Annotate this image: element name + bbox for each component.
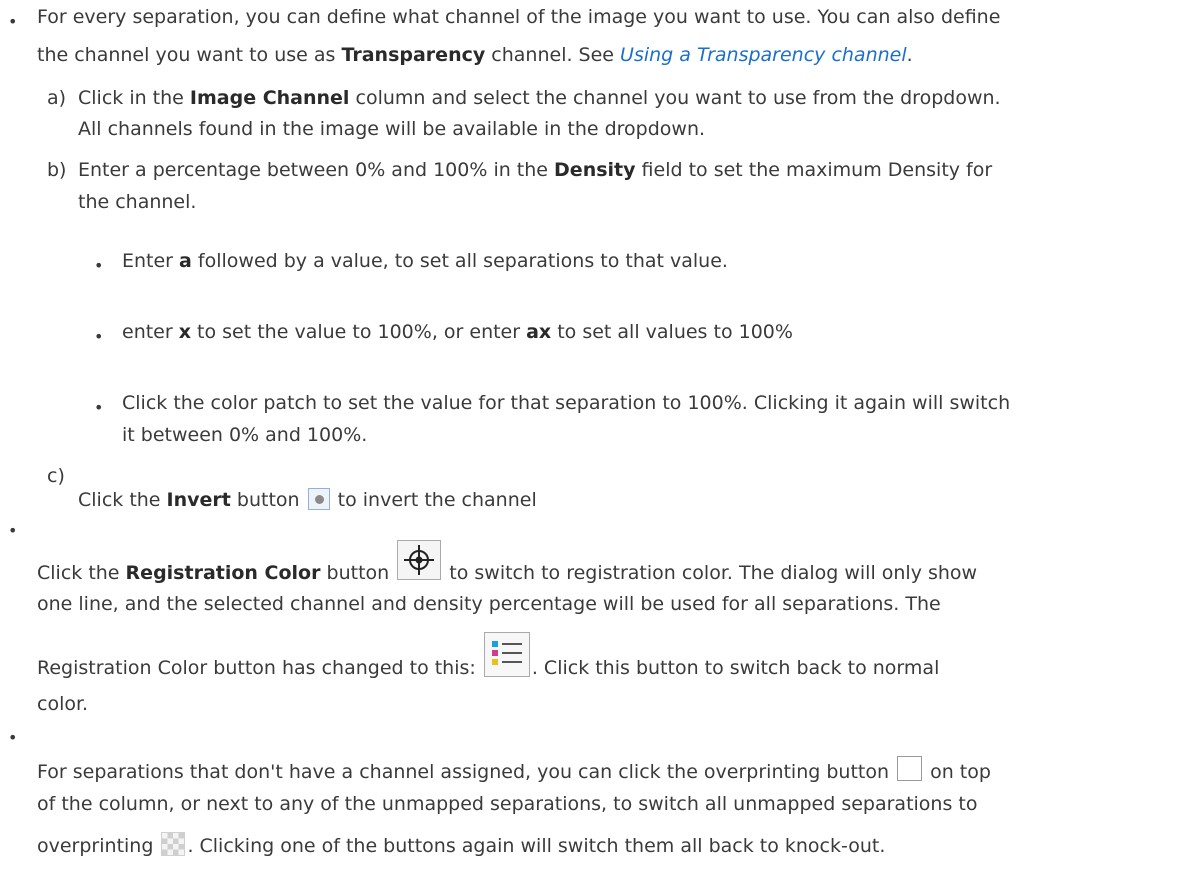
item2-line2: one line, and the selected channel and d… [37, 593, 941, 615]
transparency-channel-link[interactable]: Using a Transparency channel [620, 44, 907, 66]
bullet: • [8, 12, 18, 31]
item3-line3: overprinting . Clicking one of the butto… [37, 832, 885, 860]
step-a-marker: a) [47, 87, 67, 109]
step-b-line1: Enter a percentage between 0% and 100% i… [78, 159, 993, 181]
item1-line2: the channel you want to use as Transpare… [37, 44, 913, 66]
step-b-marker: b) [47, 159, 67, 181]
step-b-line2: the channel. [78, 191, 197, 213]
item2-line1: Click the Registration Color button to s… [37, 540, 977, 593]
bullet: • [94, 398, 104, 417]
step-a-line2: All channels found in the image will be … [78, 118, 706, 140]
item2-line4: color. [37, 693, 89, 715]
item1-line1: For every separation, you can define wha… [37, 6, 1001, 28]
registration-target-icon[interactable] [397, 540, 442, 580]
invert-icon[interactable] [307, 488, 330, 510]
step-c-line: Click the Invert button to invert the ch… [78, 488, 537, 511]
bullet: • [94, 256, 104, 275]
item3-line2: of the column, or next to any of the unm… [37, 793, 978, 815]
item2-line3: Registration Color button has changed to… [37, 632, 939, 690]
bullet: • [8, 521, 18, 540]
color-list-icon[interactable] [483, 632, 530, 677]
item3-line1: For separations that don't have a channe… [37, 756, 991, 786]
step-a-line1: Click in the Image Channel column and se… [78, 87, 1001, 109]
step-c-marker: c) [47, 465, 65, 487]
bullet: • [8, 728, 18, 747]
overprint-empty-icon[interactable] [897, 756, 923, 781]
overprint-checker-icon[interactable] [161, 832, 186, 856]
bullet: • [94, 327, 104, 346]
